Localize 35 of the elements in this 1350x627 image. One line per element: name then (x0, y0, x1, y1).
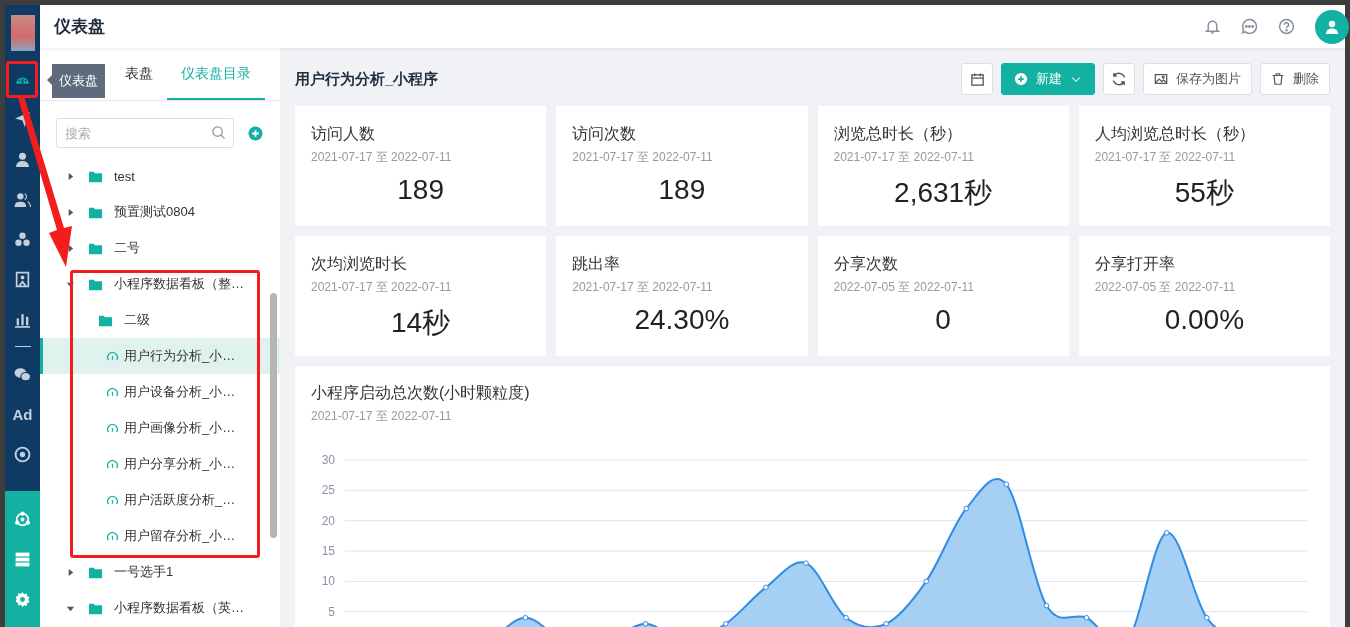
metric-value: 24.30% (634, 304, 730, 336)
date-range: 2021-07-17 至 2022-07-11 (311, 408, 453, 425)
date-range: 2021-07-17 至 2022-07-11 (572, 279, 714, 296)
axis-tick-label: 30 (321, 453, 335, 467)
metric-title: 跳出率 (572, 254, 622, 274)
date-range: 2021-07-17 至 2022-07-11 (833, 149, 976, 166)
metric-title: 人均浏览总时长（秒） (1094, 124, 1256, 144)
metric-title: 分享次数 (833, 254, 899, 274)
metric-title: 次均浏览时长 (311, 254, 408, 274)
date-range: 2022-07-05 至 2022-07-11 (833, 279, 976, 296)
axis-tick-label: 10 (321, 574, 335, 589)
axis-tick-label: 25 (321, 483, 335, 498)
date-range: 2021-07-17 至 2022-07-11 (311, 149, 453, 166)
dashboard-title: 用户行为分析_小程序 (295, 69, 439, 89)
metric-title: 访问人数 (311, 124, 376, 144)
axis-tick-label: 20 (321, 513, 335, 528)
axis-tick-label: 5 (328, 604, 335, 619)
date-range: 2021-07-17 至 2022-07-11 (311, 279, 453, 296)
metric-title: 浏览总时长（秒） (833, 124, 963, 144)
date-range: 2021-07-17 至 2022-07-11 (1094, 149, 1237, 166)
chart-title: 小程序启动总次数(小时颗粒度) (311, 383, 531, 403)
metric-value: 55秒 (1174, 176, 1234, 210)
metric-title: 分享打开率 (1094, 254, 1176, 274)
metric-value: 0.00% (1164, 304, 1245, 336)
axis-tick-label: 15 (321, 544, 335, 558)
metric-value: 189 (658, 174, 706, 206)
page-title: 仪表盘 (54, 16, 105, 38)
date-range: 2022-07-05 至 2022-07-11 (1094, 279, 1237, 296)
metric-value: 2,631秒 (894, 176, 993, 210)
metric-value: 0 (935, 304, 951, 336)
metric-title: 访问次数 (572, 124, 638, 144)
date-range: 2021-07-17 至 2022-07-11 (572, 149, 714, 166)
metric-value: 189 (397, 174, 444, 206)
tooltip: 仪表盘 (47, 64, 105, 98)
metric-value: 14秒 (391, 306, 451, 340)
